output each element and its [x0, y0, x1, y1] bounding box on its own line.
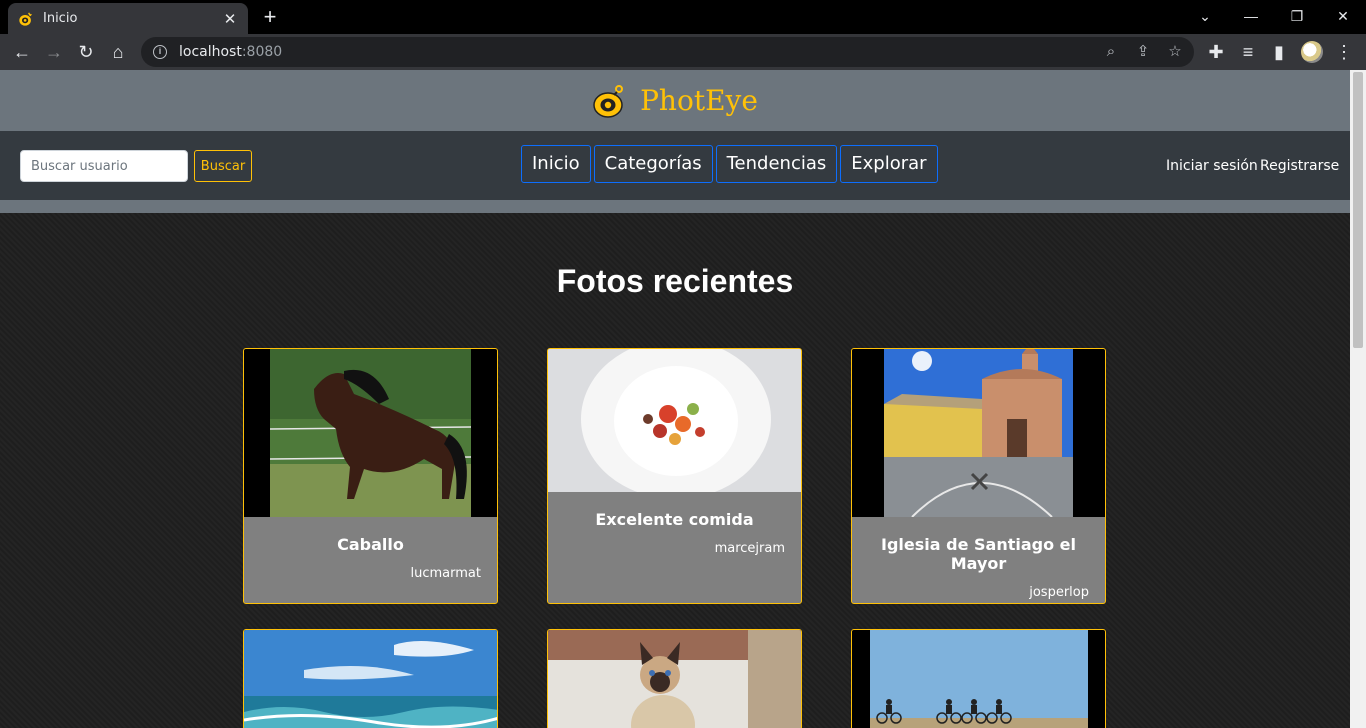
- tab-title: Inicio: [43, 11, 78, 26]
- navbar-divider: [0, 200, 1350, 213]
- section-title: Fotos recientes: [556, 263, 794, 299]
- browser-tab-bar: Inicio ✕ + ⌄ — ❐ ✕: [0, 0, 1366, 34]
- nav-links: Inicio Categorías Tendencias Explorar: [521, 145, 938, 183]
- reload-icon[interactable]: ↻: [72, 38, 100, 66]
- nav-categorias[interactable]: Categorías: [593, 145, 713, 183]
- photo-card[interactable]: [243, 629, 498, 728]
- back-icon[interactable]: ←: [8, 38, 36, 66]
- new-tab-icon[interactable]: +: [258, 5, 282, 29]
- address-bar[interactable]: i localhost:8080 ⌕ ⇪ ☆: [141, 37, 1194, 67]
- cyclists-photo[interactable]: [852, 630, 1105, 728]
- photo-card[interactable]: Caballo lucmarmat: [243, 348, 498, 604]
- site-info-icon[interactable]: i: [153, 45, 167, 59]
- nav-tendencias[interactable]: Tendencias: [715, 145, 838, 183]
- register-link[interactable]: Registrarse: [1260, 158, 1339, 174]
- media-icon[interactable]: ≡: [1234, 38, 1262, 66]
- scrollbar-thumb[interactable]: [1353, 72, 1363, 348]
- forward-icon[interactable]: →: [40, 38, 68, 66]
- nav-inicio[interactable]: Inicio: [521, 145, 591, 183]
- zoom-icon[interactable]: ⌕: [1101, 42, 1121, 62]
- bookmark-star-icon[interactable]: ☆: [1165, 42, 1185, 62]
- restore-icon[interactable]: ❐: [1274, 4, 1320, 28]
- siamese-cat-photo[interactable]: [548, 630, 801, 728]
- share-icon[interactable]: ⇪: [1133, 42, 1153, 62]
- page-viewport: PhotEye Buscar Inicio Categorías Tendenc…: [0, 70, 1350, 728]
- search-button[interactable]: Buscar: [194, 150, 252, 182]
- login-link[interactable]: Iniciar sesión: [1166, 158, 1258, 174]
- user-search-input[interactable]: [20, 150, 188, 182]
- photeye-favicon-icon: [18, 11, 34, 27]
- browser-toolbar: ← → ↻ ⌂ i localhost:8080 ⌕ ⇪ ☆ ✚ ≡ ▮ ⋮: [0, 34, 1366, 70]
- sea-waves-photo[interactable]: [244, 630, 497, 728]
- photo-author[interactable]: lucmarmat: [244, 566, 497, 581]
- extensions-icon[interactable]: ✚: [1202, 38, 1230, 66]
- profile-avatar[interactable]: [1301, 41, 1323, 63]
- brand-header: PhotEye: [0, 70, 1350, 131]
- main-navbar: Buscar Inicio Categorías Tendencias Expl…: [0, 131, 1350, 200]
- photo-title: Caballo: [337, 535, 404, 554]
- menu-dots-icon[interactable]: ⋮: [1330, 38, 1358, 66]
- url-text: localhost:8080: [179, 44, 283, 60]
- side-panel-icon[interactable]: ▮: [1265, 38, 1293, 66]
- browser-tab[interactable]: Inicio ✕: [8, 3, 248, 34]
- photo-author[interactable]: marcejram: [548, 541, 801, 556]
- food-plate-photo[interactable]: [548, 349, 801, 492]
- photo-title: Excelente comida: [595, 510, 754, 529]
- minimize-icon[interactable]: —: [1228, 4, 1274, 28]
- photo-card[interactable]: [547, 629, 802, 728]
- horse-photo[interactable]: [244, 349, 497, 517]
- home-icon[interactable]: ⌂: [104, 38, 132, 66]
- photo-title: Iglesia de Santiago el Mayor: [881, 535, 1076, 573]
- photeye-logo-icon[interactable]: [592, 83, 628, 119]
- page-scrollbar[interactable]: [1350, 70, 1366, 728]
- photo-card[interactable]: [851, 629, 1106, 728]
- nav-explorar[interactable]: Explorar: [840, 145, 938, 183]
- close-window-icon[interactable]: ✕: [1320, 4, 1366, 28]
- church-photo[interactable]: [852, 349, 1105, 517]
- photo-card[interactable]: Iglesia de Santiago el Mayor josperlop: [851, 348, 1106, 604]
- brand-name[interactable]: PhotEye: [640, 84, 758, 117]
- photo-card[interactable]: Excelente comida marcejram: [547, 348, 802, 604]
- tab-search-icon[interactable]: ⌄: [1182, 4, 1228, 28]
- close-tab-icon[interactable]: ✕: [222, 10, 238, 28]
- photo-author[interactable]: josperlop: [852, 585, 1105, 600]
